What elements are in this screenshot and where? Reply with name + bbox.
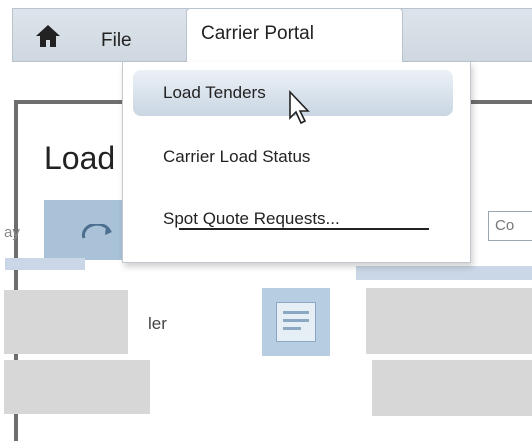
grid-row-label-fragment: ler bbox=[148, 314, 167, 333]
grid-cell bbox=[366, 288, 532, 354]
file-menu[interactable]: File bbox=[101, 30, 132, 52]
filter-input[interactable]: Co bbox=[488, 211, 532, 241]
grid-cell bbox=[372, 360, 532, 416]
toolbar-fragment bbox=[5, 258, 85, 270]
page-title: Load bbox=[44, 140, 116, 176]
toolbar-fragment bbox=[356, 266, 532, 280]
mouse-pointer-icon bbox=[289, 90, 310, 125]
grid-cell bbox=[4, 360, 150, 414]
menu-item-spot-quote-requests[interactable]: Spot Quote Requests... bbox=[133, 196, 453, 242]
refresh-icon bbox=[81, 224, 112, 239]
screen: Load ay Co ler File Carrier Portal Load … bbox=[0, 0, 532, 441]
home-icon[interactable] bbox=[35, 24, 61, 48]
carrier-portal-tab[interactable]: Carrier Portal bbox=[186, 8, 403, 64]
menu-item-carrier-load-status[interactable]: Carrier Load Status bbox=[133, 134, 453, 180]
menu-divider bbox=[179, 228, 429, 230]
carrier-portal-label: Carrier Portal bbox=[201, 23, 314, 44]
grid-view-icon[interactable] bbox=[262, 288, 330, 356]
grid-cell bbox=[4, 290, 128, 354]
side-label-fragment: ay bbox=[4, 224, 20, 241]
